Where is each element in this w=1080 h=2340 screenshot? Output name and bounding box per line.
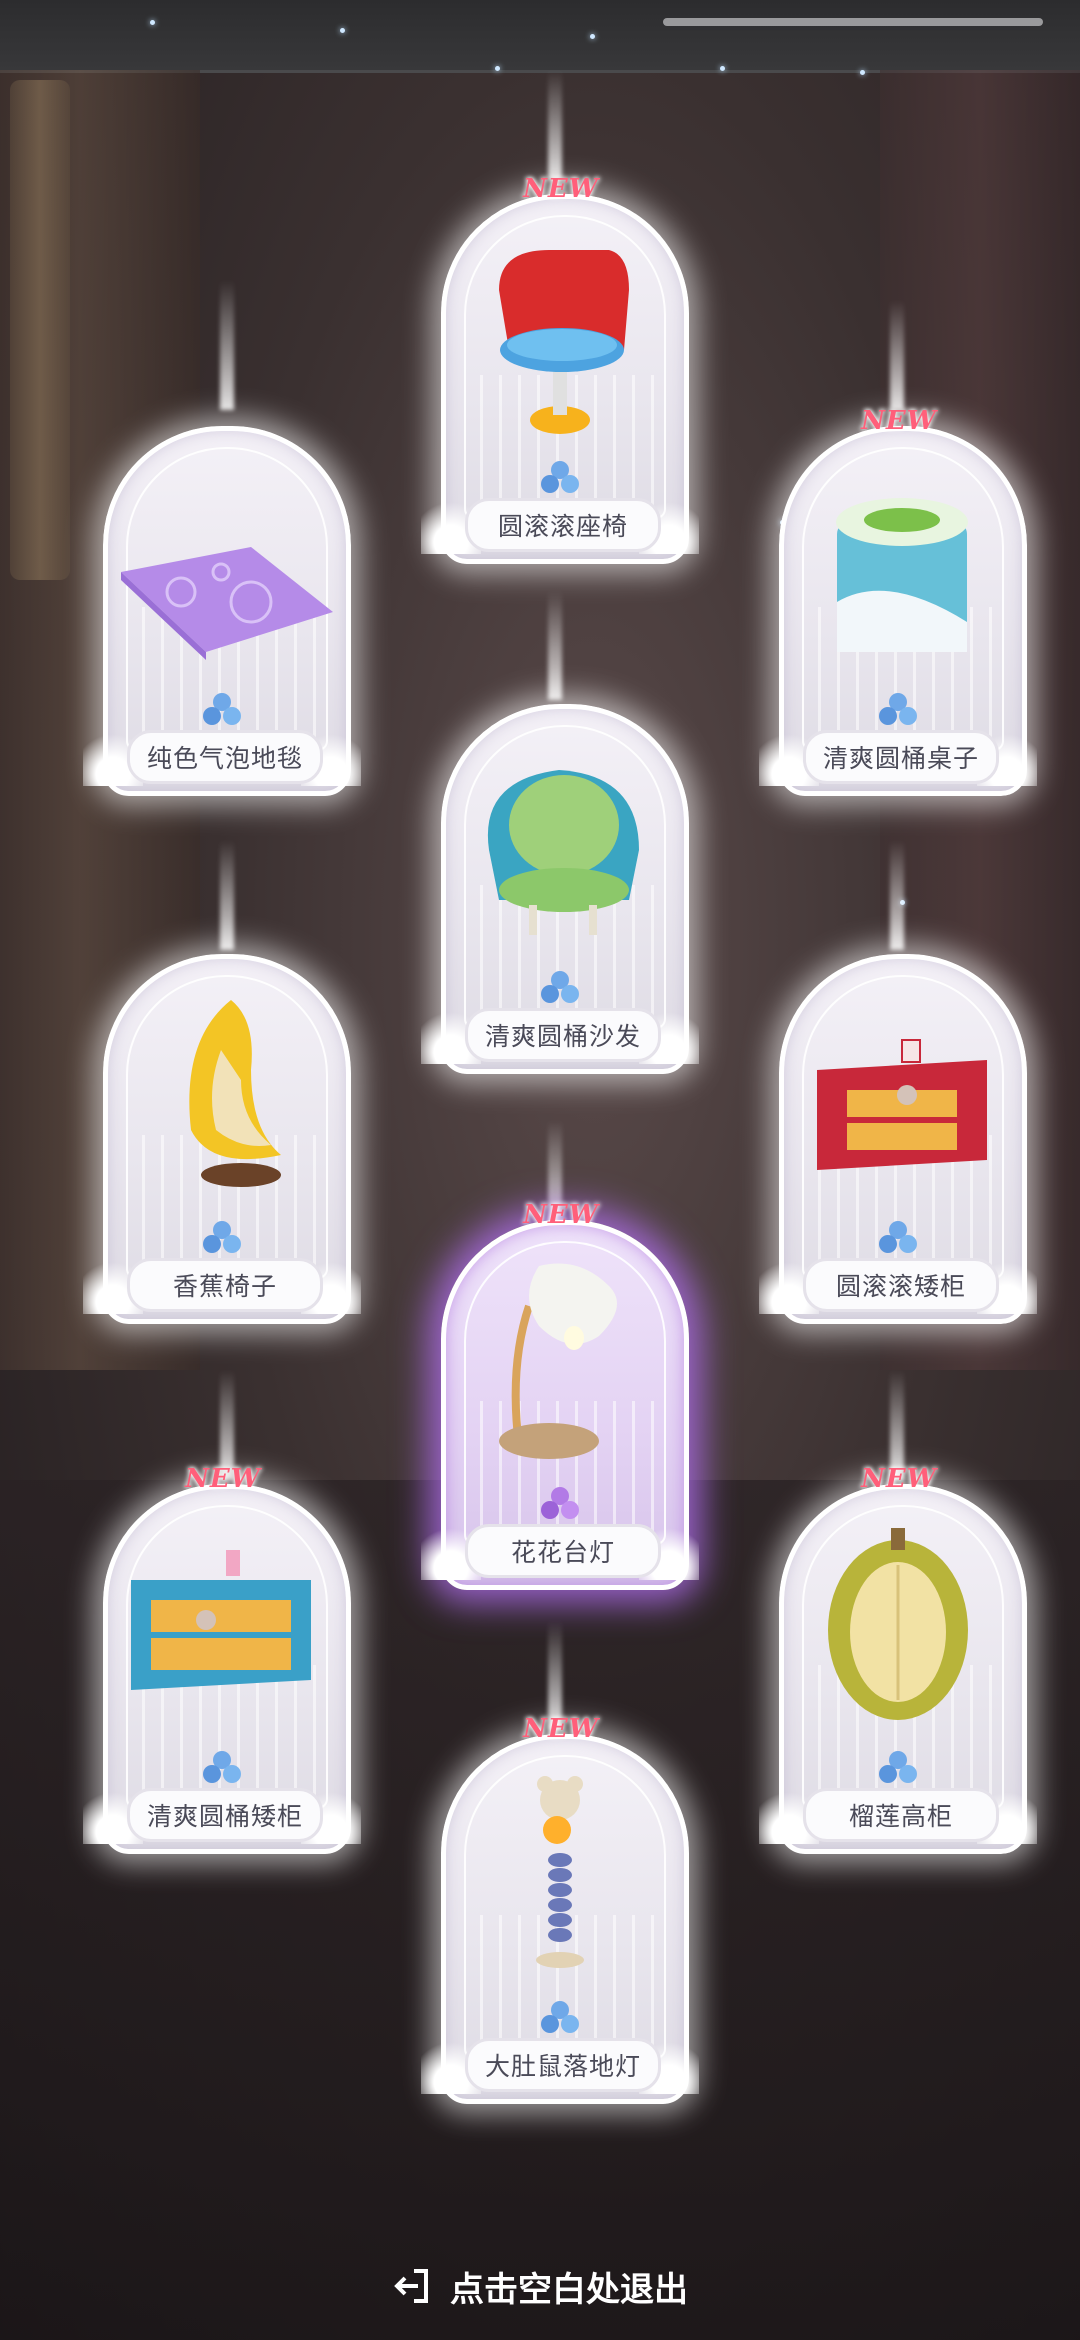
item-card-can-table[interactable]: NEW 清爽圆桶桌子 xyxy=(759,406,1037,800)
exit-icon xyxy=(394,2269,428,2303)
sparkle xyxy=(495,66,500,71)
light-beam xyxy=(548,70,562,180)
banana-chair-icon xyxy=(189,1000,281,1187)
item-card-can-cabinet[interactable]: NEW 清爽圆桶矮柜 xyxy=(83,1464,361,1858)
blue-gem-icon xyxy=(203,1221,241,1253)
light-beam xyxy=(890,300,904,410)
red-low-cabinet-icon xyxy=(817,1039,987,1170)
blue-gem-icon xyxy=(879,1751,917,1783)
blue-gem-icon xyxy=(879,693,917,725)
item-name: 圆滚滚座椅 xyxy=(465,498,661,552)
gacha-result-screen[interactable]: NEW 圆滚滚座椅 纯色气泡地毯 NEW 清爽圆桶桌子 清爽圆桶沙发 香蕉椅子 … xyxy=(0,0,1080,2340)
new-badge: NEW xyxy=(523,174,599,204)
sparkle xyxy=(340,28,345,33)
item-name: 花花台灯 xyxy=(465,1524,661,1578)
background-tassel xyxy=(10,80,70,580)
new-badge: NEW xyxy=(185,1464,261,1494)
item-card-flower-lamp[interactable]: NEW 花花台灯 xyxy=(421,1200,699,1594)
blue-gem-icon xyxy=(541,461,579,493)
item-card-bubble-rug[interactable]: 纯色气泡地毯 xyxy=(83,412,361,800)
purple-bubble-rug-icon xyxy=(121,547,333,660)
flower-table-lamp-icon xyxy=(499,1263,617,1459)
item-card-durian-cabinet[interactable]: NEW 榴莲高柜 xyxy=(759,1464,1037,1858)
new-badge: NEW xyxy=(861,406,937,436)
light-beam xyxy=(890,840,904,950)
blue-gem-icon xyxy=(541,2001,579,2033)
home-indicator xyxy=(663,18,1043,26)
item-card-round-cabinet[interactable]: 圆滚滚矮柜 xyxy=(759,940,1037,1328)
sparkle xyxy=(590,34,595,39)
drink-can-sofa-icon xyxy=(487,770,639,935)
sparkle xyxy=(150,20,155,25)
item-name: 香蕉椅子 xyxy=(127,1258,323,1312)
item-name: 清爽圆桶矮柜 xyxy=(127,1788,323,1842)
item-name: 榴莲高柜 xyxy=(803,1788,999,1842)
light-beam xyxy=(220,840,234,950)
mouse-floor-lamp-icon xyxy=(536,1776,584,1968)
item-card-mouse-lamp[interactable]: NEW 大肚鼠落地灯 xyxy=(421,1714,699,2108)
new-badge: NEW xyxy=(523,1200,599,1230)
exit-hint-text: 点击空白处退出 xyxy=(450,2269,688,2310)
purple-gem-icon xyxy=(541,1487,579,1519)
drink-can-table-icon xyxy=(836,498,968,652)
blue-low-cabinet-icon xyxy=(131,1550,311,1690)
item-name: 清爽圆桶沙发 xyxy=(465,1008,661,1062)
durian-tall-cabinet-icon xyxy=(828,1528,968,1720)
light-beam xyxy=(220,280,234,410)
item-name: 圆滚滚矮柜 xyxy=(803,1258,999,1312)
item-name: 大肚鼠落地灯 xyxy=(465,2038,661,2092)
blue-gem-icon xyxy=(541,971,579,1003)
new-badge: NEW xyxy=(861,1464,937,1494)
item-card-round-chair[interactable]: NEW 圆滚滚座椅 xyxy=(421,174,699,568)
status-bar xyxy=(0,0,1080,73)
new-badge: NEW xyxy=(523,1714,599,1744)
item-card-can-sofa[interactable]: 清爽圆桶沙发 xyxy=(421,690,699,1078)
red-swivel-chair-icon xyxy=(499,250,629,434)
item-name: 清爽圆桶桌子 xyxy=(803,730,999,784)
blue-gem-icon xyxy=(203,1751,241,1783)
sparkle xyxy=(860,70,865,75)
blue-gem-icon xyxy=(879,1221,917,1253)
item-card-banana-chair[interactable]: 香蕉椅子 xyxy=(83,940,361,1328)
blue-gem-icon xyxy=(203,693,241,725)
item-name: 纯色气泡地毯 xyxy=(127,730,323,784)
sparkle xyxy=(720,66,725,71)
light-beam xyxy=(548,590,562,700)
exit-hint[interactable]: 点击空白处退出 xyxy=(0,2256,1080,2316)
